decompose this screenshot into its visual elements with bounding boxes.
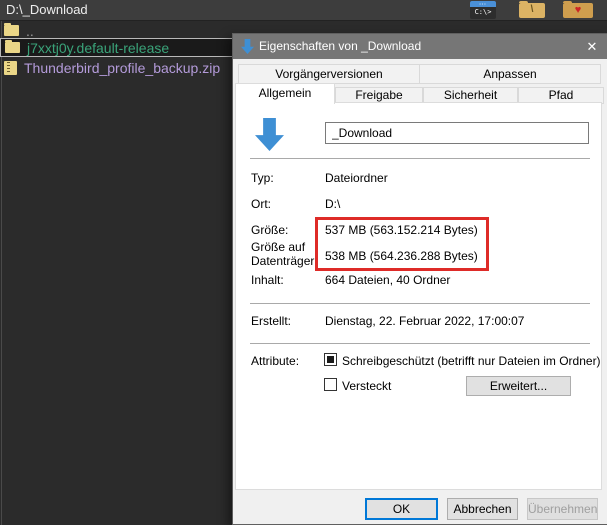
created-label: Erstellt:: [251, 314, 292, 328]
list-item-parent-dir[interactable]: ..: [0, 22, 230, 39]
command-prompt-icon-label: C:\>: [474, 8, 492, 16]
red-highlight-annotation: [315, 217, 489, 271]
list-item-label: Thunderbird_profile_backup.zip: [24, 59, 221, 76]
contents-value: 664 Dateien, 40 Ordner: [325, 273, 451, 287]
screen: D:\_Download ••• C:\> \ ♥ .. j7xxtj0y.de…: [0, 0, 607, 525]
tab-vorgaengerversionen[interactable]: Vorgängerversionen: [238, 64, 420, 84]
list-item-label: ..: [26, 22, 34, 39]
list-item-zip[interactable]: Thunderbird_profile_backup.zip: [0, 59, 230, 76]
created-value: Dienstag, 22. Februar 2022, 17:00:07: [325, 314, 525, 328]
attributes-label: Attribute:: [251, 354, 300, 368]
separator: [250, 158, 590, 159]
hidden-checkbox-label: Versteckt: [342, 379, 392, 393]
tab-row-secondary: Vorgängerversionen Anpassen: [238, 64, 601, 84]
favorites-folder-icon[interactable]: ♥: [563, 1, 593, 18]
path-title: D:\_Download: [6, 2, 88, 17]
advanced-button[interactable]: Erweitert...: [466, 376, 571, 396]
download-arrow-icon: [241, 39, 254, 54]
tab-row-primary: Allgemein Freigabe Sicherheit Pfad: [235, 83, 604, 104]
size-label: Größe:: [251, 223, 289, 237]
hidden-checkbox[interactable]: [324, 378, 337, 391]
separator: [250, 303, 590, 304]
dialog-title: Eigenschaften von _Download: [259, 39, 422, 53]
general-tab-page: Typ: Dateiordner Ort: D:\ Größe: 537 MB …: [235, 102, 602, 490]
tab-anpassen[interactable]: Anpassen: [420, 64, 601, 84]
tab-allgemein[interactable]: Allgemein: [235, 83, 335, 104]
folder-custom-arrow-icon: [255, 118, 284, 151]
size-on-disk-label: Größe auf Datenträger:: [251, 240, 318, 268]
folder-icon: [4, 23, 19, 36]
type-value: Dateiordner: [325, 171, 388, 185]
dialog-titlebar[interactable]: Eigenschaften von _Download ✕: [233, 34, 607, 59]
command-prompt-icon[interactable]: ••• C:\>: [470, 1, 496, 19]
type-label: Typ:: [251, 171, 274, 185]
window-left-edge: [1, 21, 2, 525]
properties-dialog: Eigenschaften von _Download ✕ Vorgängerv…: [232, 33, 607, 525]
root-folder-icon[interactable]: \: [519, 1, 545, 18]
folder-name-input[interactable]: [325, 122, 589, 144]
close-icon[interactable]: ✕: [583, 38, 601, 55]
readonly-checkbox[interactable]: [324, 353, 337, 366]
list-item-label: j7xxtj0y.default-release: [27, 39, 170, 56]
root-folder-icon-label: \: [530, 4, 534, 15]
readonly-checkbox-label: Schreibgeschützt (betrifft nur Dateien i…: [342, 354, 601, 368]
zip-file-icon: [4, 60, 17, 75]
location-label: Ort:: [251, 197, 271, 211]
contents-label: Inhalt:: [251, 273, 284, 287]
separator: [250, 343, 590, 344]
cancel-button[interactable]: Abbrechen: [447, 498, 518, 520]
apply-button[interactable]: Übernehmen: [527, 498, 598, 520]
heart-icon: ♥: [574, 4, 582, 16]
folder-icon: [5, 40, 20, 53]
location-value: D:\: [325, 197, 341, 211]
file-manager-titlebar: D:\_Download: [0, 0, 607, 21]
ok-button[interactable]: OK: [365, 498, 438, 520]
